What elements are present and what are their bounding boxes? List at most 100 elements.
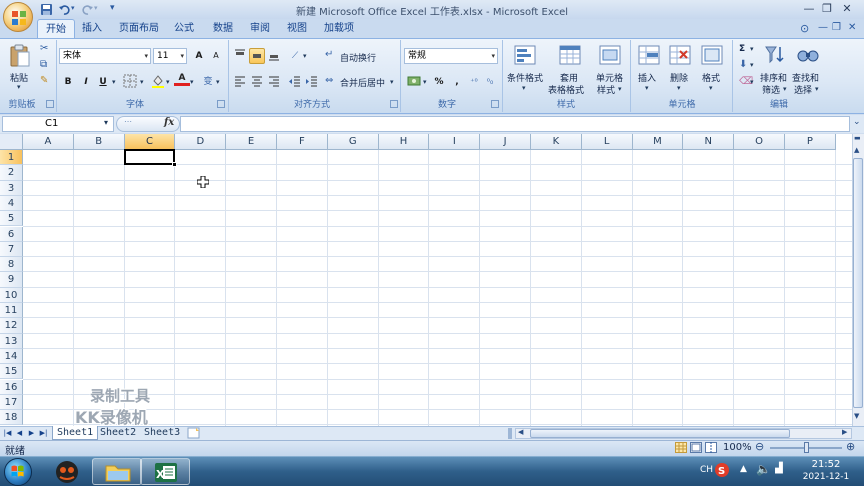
merge-dropdown-icon[interactable]: ▾ [390,78,394,86]
sheet-tab-sheet3[interactable]: Sheet3 [140,426,184,440]
column-header-a[interactable]: A [23,134,74,150]
column-header-g[interactable]: G [327,134,379,150]
row-header-11[interactable]: 11 [0,303,23,319]
fill-dropdown-icon[interactable]: ▾ [750,61,754,69]
format-as-table-label-2[interactable]: 表格格式 [548,83,584,96]
bold-button[interactable]: B [60,74,76,90]
align-top-button[interactable] [232,48,248,64]
conditional-dropdown-icon[interactable]: ▾ [522,84,526,92]
close-button[interactable]: ✕ [838,2,856,16]
network-icon[interactable]: ▟ [775,463,783,474]
row-header-16[interactable]: 16 [0,379,23,395]
formula-input[interactable] [180,116,850,132]
delete-cells-icon[interactable] [668,44,692,66]
align-left-button[interactable] [232,74,248,90]
row-header-1[interactable]: 1 [0,150,23,166]
phonetic-dropdown-icon[interactable]: ▾ [216,78,220,86]
clock-date[interactable]: 2021-12-1 [796,472,856,482]
prev-sheet-icon[interactable]: ◀ [14,427,25,439]
sheet-tab-sheet2[interactable]: Sheet2 [96,426,140,440]
format-cells-icon[interactable] [700,44,724,66]
column-header-p[interactable]: P [785,134,836,150]
minimize-button[interactable]: — [800,2,818,16]
restore-button[interactable]: ❐ [818,2,836,16]
tab-insert[interactable]: 插入 [74,19,110,38]
normal-view-icon[interactable] [675,442,687,453]
column-header-n[interactable]: N [683,134,735,150]
cell-styles-label-2[interactable]: 样式 [597,83,615,96]
tab-formulas[interactable]: 公式 [166,19,202,38]
tab-review[interactable]: 审阅 [242,19,278,38]
find-select-dropdown-icon[interactable]: ▾ [815,85,819,93]
insert-cells-button[interactable]: 插入 [638,71,656,84]
font-name-combo[interactable]: 宋体 ▾ [59,48,151,64]
column-header-k[interactable]: K [531,134,582,150]
scroll-up-icon[interactable]: ▲ [854,146,859,154]
zoom-out-icon[interactable]: ⊖ [755,440,764,453]
accounting-format-button[interactable] [406,74,422,90]
row-header-10[interactable]: 10 [0,287,23,303]
percent-button[interactable]: % [431,74,447,90]
conditional-formatting-button[interactable]: 条件格式 [507,71,543,84]
sheet-tab-sheet1[interactable]: Sheet1 [52,426,99,440]
expand-formula-bar-icon[interactable]: ⌄ [853,117,861,127]
delete-dropdown-icon[interactable]: ▾ [677,84,681,92]
increase-indent-button[interactable] [304,74,320,90]
active-cell-c1[interactable] [123,149,176,166]
copy-icon[interactable]: ⧉ [40,59,47,70]
tab-data[interactable]: 数据 [205,19,241,38]
cell-styles-icon[interactable] [598,44,622,66]
decrease-decimal-button[interactable]: ⁰₀ [482,74,498,90]
office-button[interactable] [3,2,33,32]
select-all-button[interactable] [0,134,23,150]
start-icon[interactable] [4,458,32,486]
explorer-icon[interactable] [92,458,142,485]
row-header-5[interactable]: 5 [0,211,23,227]
next-sheet-icon[interactable]: ▶ [26,427,37,439]
row-header-2[interactable]: 2 [0,165,23,181]
font-color-button[interactable]: A [174,72,190,86]
vertical-scroll-thumb[interactable] [853,158,863,408]
font-name-dropdown-icon[interactable]: ▾ [144,49,148,63]
zoom-in-icon[interactable]: ⊕ [846,440,855,453]
find-select-label-2[interactable]: 选择 [794,83,812,96]
scroll-down-icon[interactable]: ▼ [854,412,859,420]
font-color-dropdown-icon[interactable]: ▾ [190,78,194,86]
row-header-4[interactable]: 4 [0,195,23,212]
fill-color-button[interactable] [150,74,166,90]
clipboard-launcher-icon[interactable] [46,100,54,108]
format-painter-icon[interactable]: ✎ [40,75,48,86]
tab-view[interactable]: 视图 [279,19,315,38]
merge-center-button[interactable]: 合并后居中 [340,76,385,89]
comma-button[interactable]: , [449,74,465,90]
number-format-dropdown-icon[interactable]: ▾ [491,49,495,63]
column-header-o[interactable]: O [734,134,785,150]
number-launcher-icon[interactable] [491,100,499,108]
align-center-button[interactable] [249,74,265,90]
column-header-e[interactable]: E [226,134,277,150]
ribbon-minimize-icon[interactable]: — [818,22,828,33]
fill-color-dropdown-icon[interactable]: ▾ [166,78,170,86]
merge-center-icon[interactable]: ⇔ [325,75,333,86]
excel-icon[interactable]: X [140,458,190,485]
find-select-icon[interactable] [796,44,820,66]
font-launcher-icon[interactable] [217,100,225,108]
column-header-i[interactable]: I [429,134,481,150]
cut-icon[interactable]: ✂ [40,43,48,54]
orientation-dropdown-icon[interactable]: ▾ [303,52,307,60]
insert-dropdown-icon[interactable]: ▾ [645,84,649,92]
row-header-3[interactable]: 3 [0,180,23,196]
column-header-l[interactable]: L [581,134,633,150]
row-header-6[interactable]: 6 [0,226,23,242]
autosum-button[interactable]: Σ [739,44,745,54]
clear-dropdown-icon[interactable]: ▾ [750,78,754,86]
zoom-level[interactable]: 100% [723,442,752,453]
sogou-ime-icon[interactable]: S [714,462,730,478]
last-sheet-icon[interactable]: ▶| [38,427,49,439]
insert-sheet-icon[interactable] [186,427,202,439]
delete-cells-button[interactable]: 删除 [670,71,688,84]
zoom-slider-thumb[interactable] [804,442,809,453]
scroll-right-icon[interactable]: ▶ [842,428,847,436]
underline-button[interactable]: U [95,74,111,90]
borders-button[interactable] [122,74,138,90]
